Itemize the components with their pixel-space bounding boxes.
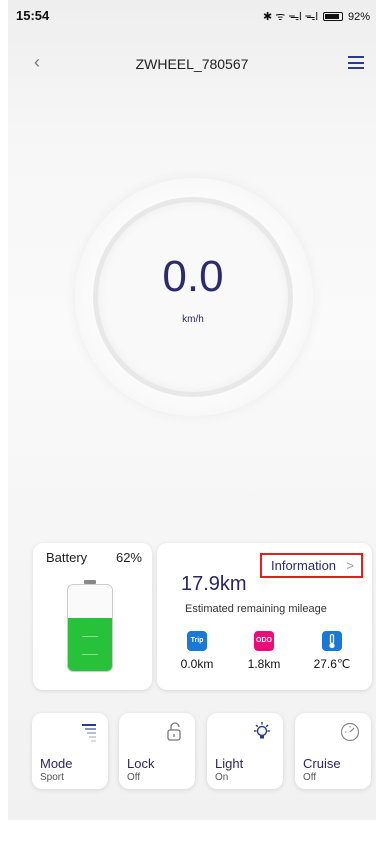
mode-button[interactable]: Mode Sport	[32, 713, 108, 789]
odo-value: 1.8km	[247, 657, 281, 671]
speed-dial: 0.0 km/h	[93, 197, 293, 397]
light-value: On	[215, 772, 229, 783]
info-card: Information > 17.9km Estimated remaining…	[157, 543, 372, 690]
lock-value: Off	[127, 772, 141, 783]
unlock-icon	[167, 722, 181, 741]
battery-level-icon	[67, 584, 113, 672]
lock-label: Lock	[127, 756, 155, 771]
cruise-value: Off	[303, 772, 317, 783]
status-bar: 15:54 ✱ ᯤ ᯓl ᯓl 92%	[8, 0, 376, 40]
light-button[interactable]: Light On	[207, 713, 283, 789]
cruise-label: Cruise	[303, 756, 341, 771]
temperature-value: 27.6℃	[313, 657, 351, 671]
battery-card: Battery 62%	[33, 543, 152, 690]
battery-label: Battery	[46, 550, 88, 565]
odo-icon: ODO	[254, 631, 274, 651]
cruise-button[interactable]: Cruise Off	[295, 713, 371, 789]
lock-button[interactable]: Lock Off	[119, 713, 195, 789]
gauge-icon	[340, 722, 360, 742]
trip-metric: Trip 0.0km	[167, 631, 227, 671]
odo-metric: ODO 1.8km	[234, 631, 294, 671]
menu-icon[interactable]	[348, 56, 364, 69]
battery-status-text: 92%	[347, 10, 370, 23]
light-bulb-icon	[254, 722, 270, 739]
remaining-range-value: 17.9km	[181, 573, 247, 595]
battery-percent: 62%	[115, 550, 142, 565]
app-screen: 15:54 ✱ ᯤ ᯓl ᯓl 92% ‹ ZWHEEL_780567 0.0 …	[8, 0, 376, 820]
speed-unit: km/h	[182, 314, 204, 325]
light-label: Light	[215, 756, 244, 771]
thermometer-icon	[322, 631, 342, 651]
information-link[interactable]: Information >	[260, 553, 363, 578]
chevron-right-icon: >	[346, 558, 354, 573]
speed-value: 0.0	[162, 252, 224, 301]
status-time: 15:54	[16, 8, 50, 23]
information-label: Information	[271, 558, 337, 573]
trip-value: 0.0km	[180, 657, 214, 671]
battery-status-icon	[322, 12, 343, 21]
mode-value: Sport	[40, 772, 64, 783]
signal-bars-icon	[82, 724, 96, 742]
signal-icons: ✱ ᯤ ᯓl ᯓl	[262, 11, 318, 23]
page-title: ZWHEEL_780567	[135, 56, 249, 72]
trip-icon: Trip	[187, 631, 207, 651]
remaining-range-label: Estimated remaining mileage	[185, 603, 327, 615]
battery-level-fill	[68, 617, 112, 671]
mode-label: Mode	[40, 756, 73, 771]
status-icons: ✱ ᯤ ᯓl ᯓl 92%	[263, 9, 370, 24]
header: ‹ ZWHEEL_780567	[8, 48, 376, 78]
temperature-metric: 27.6℃	[302, 631, 362, 671]
